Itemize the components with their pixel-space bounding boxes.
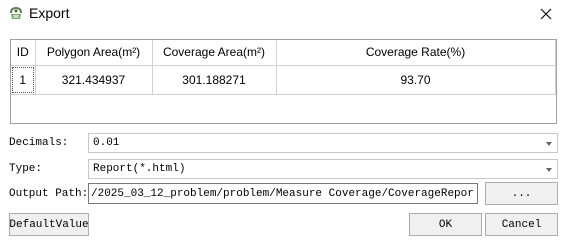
app-logo-icon	[8, 5, 24, 21]
browse-button[interactable]: ...	[485, 182, 558, 205]
default-value-button[interactable]: DefaultValue	[9, 213, 89, 236]
column-header-polygon-area[interactable]: Polygon Area(m²)	[35, 40, 153, 66]
decimals-value: 0.01	[93, 137, 120, 149]
column-header-coverage-rate[interactable]: Coverage Rate(%)	[276, 40, 556, 66]
type-label: Type:	[9, 163, 43, 175]
results-table[interactable]: ID Polygon Area(m²) Coverage Area(m²) Co…	[10, 39, 557, 124]
cell-coverage-area[interactable]: 301.188271	[152, 65, 277, 95]
window-title: Export	[29, 5, 70, 21]
decimals-select[interactable]: 0.01	[88, 133, 558, 153]
close-button[interactable]	[526, 0, 566, 28]
column-header-id[interactable]: ID	[11, 40, 36, 66]
output-path-field[interactable]	[88, 183, 478, 204]
cell-coverage-rate[interactable]: 93.70	[276, 65, 556, 95]
focus-rectangle	[12, 66, 34, 93]
cancel-button[interactable]: Cancel	[485, 213, 558, 236]
ok-button[interactable]: OK	[409, 213, 482, 236]
chevron-down-icon	[546, 142, 552, 146]
close-icon	[540, 8, 552, 20]
output-path-input[interactable]	[89, 184, 477, 203]
table-row[interactable]: 1 321.434937 301.188271 93.70	[11, 65, 556, 95]
cell-id[interactable]: 1	[11, 65, 36, 95]
output-path-label: Output Path:	[9, 188, 89, 200]
cell-polygon-area[interactable]: 321.434937	[35, 65, 153, 95]
chevron-down-icon	[546, 168, 552, 172]
type-select[interactable]: Report(*.html)	[88, 159, 558, 179]
title-bar: Export	[0, 0, 566, 28]
decimals-label: Decimals:	[9, 137, 69, 149]
type-value: Report(*.html)	[93, 163, 186, 175]
table-header-row: ID Polygon Area(m²) Coverage Area(m²) Co…	[11, 40, 556, 66]
column-header-coverage-area[interactable]: Coverage Area(m²)	[152, 40, 277, 66]
